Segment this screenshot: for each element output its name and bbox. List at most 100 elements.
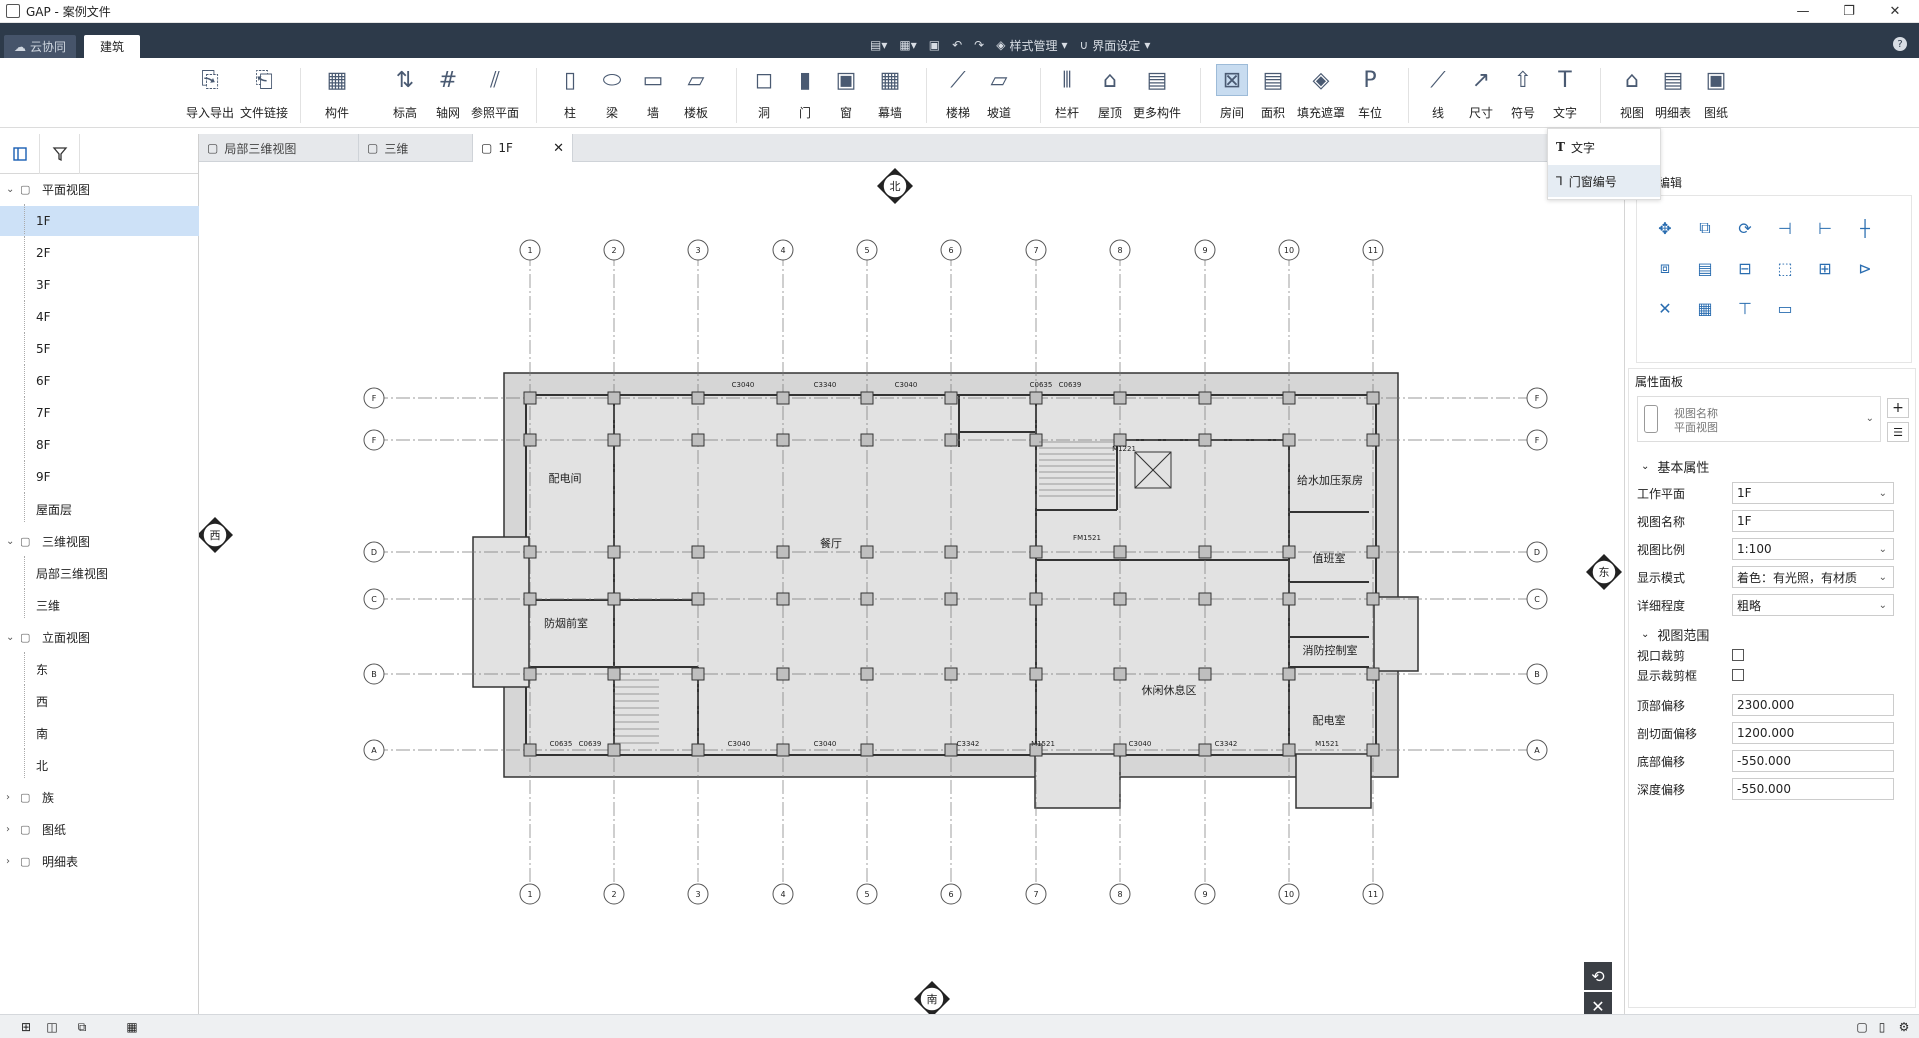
tree-item[interactable]: 南 — [0, 716, 199, 748]
show-crop-checkbox[interactable] — [1732, 669, 1744, 681]
offset-input[interactable]: -550.000 — [1732, 750, 1894, 772]
crop-view-checkbox[interactable] — [1732, 649, 1744, 661]
chevron-right-icon[interactable]: › — [6, 824, 10, 835]
ruler-icon[interactable]: ▭ — [1773, 296, 1797, 320]
tree-item[interactable]: 4F — [0, 300, 199, 332]
basic-properties-section[interactable]: ⌄ 基本属性 — [1641, 457, 1709, 476]
save-icon[interactable]: ▣ — [929, 38, 940, 52]
mirror-icon[interactable]: ▤ — [1693, 256, 1717, 280]
trim-icon[interactable]: ⊟ — [1733, 256, 1757, 280]
tree-group[interactable]: ⌄ ▢ 三维视图 — [0, 526, 199, 556]
file-link-button[interactable]: ⎗ 文件链接 — [240, 64, 288, 126]
array-icon[interactable]: ⧈ — [1653, 256, 1677, 280]
copy-icon[interactable]: ⧉ — [1693, 216, 1717, 240]
sheet-button[interactable]: ▣ 图纸 — [1692, 64, 1740, 126]
restore-button[interactable]: ❐ — [1826, 0, 1872, 23]
chevron-down-icon[interactable]: ⌄ — [6, 536, 14, 547]
add-type-icon[interactable]: + — [1887, 398, 1909, 418]
tree-item[interactable]: 3F — [0, 268, 199, 300]
close-tab-icon[interactable]: ✕ — [553, 141, 564, 156]
cascade-view-icon[interactable]: ⧉ — [74, 1019, 90, 1035]
tree-item[interactable]: 8F — [0, 428, 199, 460]
tree-item[interactable]: 三维 — [0, 588, 199, 620]
tab-3d[interactable]: ▢ 三维 — [359, 134, 473, 162]
offset-input[interactable]: 2300.000 — [1732, 694, 1894, 716]
style-manage-menu[interactable]: 样式管理 — [1009, 37, 1057, 54]
undo-icon[interactable]: ↶ — [952, 38, 962, 52]
rotate-view-icon[interactable]: ⟲ — [1584, 962, 1612, 990]
measure-icon[interactable]: ⊤ — [1733, 296, 1757, 320]
component-button[interactable]: ▦ 构件 — [313, 64, 361, 126]
tree-item[interactable]: 1F — [0, 204, 199, 236]
chevron-right-icon[interactable]: › — [6, 792, 10, 803]
window-button[interactable]: ▣ 窗 — [822, 64, 870, 126]
table-view-icon[interactable]: ▦ — [124, 1019, 140, 1035]
view-range-section[interactable]: ⌄ 视图范围 — [1641, 625, 1709, 644]
tree-item[interactable]: 7F — [0, 396, 199, 428]
tree-item[interactable]: 屋面层 — [0, 492, 199, 524]
roof-button[interactable]: ⌂ 屋顶 — [1086, 64, 1134, 126]
type-selector[interactable]: 视图名称 平面视图 ⌄ — [1637, 396, 1881, 442]
help-icon[interactable]: ? — [1893, 37, 1907, 51]
filter-icon[interactable] — [40, 133, 80, 174]
tab-cloud-collab[interactable]: ☁ 云协同 — [4, 35, 76, 58]
offset-input[interactable]: 1200.000 — [1732, 722, 1894, 744]
symbol-button[interactable]: ⇧ 符号 — [1499, 64, 1547, 126]
column-button[interactable]: ▯ 柱 — [546, 64, 594, 126]
open-file-icon[interactable]: ▦▾ — [899, 38, 916, 52]
redo-icon[interactable]: ↷ — [974, 38, 984, 52]
prop-value[interactable]: 粗略 ⌄ — [1732, 594, 1894, 616]
prop-value[interactable]: 1F ⌄ — [1732, 482, 1894, 504]
tree-item[interactable]: 5F — [0, 332, 199, 364]
fill-mask-button[interactable]: ◈ 填充遮罩 — [1297, 64, 1345, 126]
prop-value[interactable]: 着色：有光照，有材质 ⌄ — [1732, 566, 1894, 588]
line-button[interactable]: ⟋ 线 — [1414, 64, 1462, 126]
menu-item-door-window-tag[interactable]: ⅂ 门窗编号 — [1548, 165, 1660, 197]
import-export-button[interactable]: ⎘ 导入导出 — [186, 64, 234, 126]
chevron-down-icon[interactable]: ⌄ — [6, 184, 14, 195]
group-icon[interactable]: ⊞ — [1813, 256, 1837, 280]
drawing-canvas[interactable]: 1 1 2 2 3 3 4 4 5 5 6 6 7 7 8 8 9 9 10 10 11 11 F F F F D D C C B B A A 配电… — [197, 162, 1624, 1020]
curtain-wall-button[interactable]: ▦ 幕墙 — [866, 64, 914, 126]
offset-input[interactable]: -550.000 — [1732, 778, 1894, 800]
tree-item[interactable]: 9F — [0, 460, 199, 492]
new-file-icon[interactable]: ▤▾ — [870, 38, 887, 52]
tree-group[interactable]: ⌄ ▢ 立面视图 — [0, 622, 199, 652]
align-icon[interactable]: ⊣ — [1773, 216, 1797, 240]
text-button[interactable]: T 文字 — [1541, 64, 1589, 126]
tree-item[interactable]: 6F — [0, 364, 199, 396]
tree-item[interactable]: 东 — [0, 652, 199, 684]
slab-button[interactable]: ▱ 楼板 — [672, 64, 720, 126]
ui-settings-menu[interactable]: 界面设定 — [1092, 37, 1140, 54]
tile-view-icon[interactable]: ◫ — [44, 1019, 60, 1035]
delete-icon[interactable]: ✕ — [1653, 296, 1677, 320]
tree-group[interactable]: › ▢ 族 — [0, 782, 199, 812]
minimize-button[interactable]: — — [1780, 0, 1826, 23]
tab-architecture[interactable]: 建筑 — [84, 35, 140, 58]
tree-item[interactable]: 2F — [0, 236, 199, 268]
extend-icon[interactable]: ⬚ — [1773, 256, 1797, 280]
railing-button[interactable]: ⫴ 栏杆 — [1043, 64, 1091, 126]
grid-view-icon[interactable]: ⊞ — [18, 1019, 34, 1035]
tree-item[interactable]: 局部三维视图 — [0, 556, 199, 588]
wall-button[interactable]: ▭ 墙 — [629, 64, 677, 126]
parking-button[interactable]: P 车位 — [1346, 64, 1394, 126]
chevron-down-icon[interactable]: ⌄ — [6, 632, 14, 643]
prop-value[interactable]: 1:100 ⌄ — [1732, 538, 1894, 560]
tab-1f[interactable]: ▢ 1F ✕ — [473, 134, 573, 162]
offset-icon[interactable]: ┼ — [1853, 216, 1877, 240]
panel-toggle-icon[interactable] — [0, 133, 40, 174]
status-tool-icon[interactable]: ▢ — [1854, 1019, 1870, 1035]
dimension-button[interactable]: ↗ 尺寸 — [1457, 64, 1505, 126]
more-components-button[interactable]: ▤ 更多构件 — [1133, 64, 1181, 126]
tab-local-3d-view[interactable]: ▢ 局部三维视图 — [199, 134, 359, 162]
tree-item[interactable]: 北 — [0, 748, 199, 780]
tree-group[interactable]: › ▢ 明细表 — [0, 846, 199, 876]
menu-item-text[interactable]: T 文字 — [1548, 131, 1660, 163]
status-panel-icon[interactable]: ▯ — [1874, 1019, 1890, 1035]
flip-icon[interactable]: ⊳ — [1853, 256, 1877, 280]
split-icon[interactable]: ⊢ — [1813, 216, 1837, 240]
prop-value[interactable]: 1F — [1732, 510, 1894, 532]
schedule-button[interactable]: ▤ 明细表 — [1649, 64, 1697, 126]
area-button[interactable]: ▤ 面积 — [1249, 64, 1297, 126]
